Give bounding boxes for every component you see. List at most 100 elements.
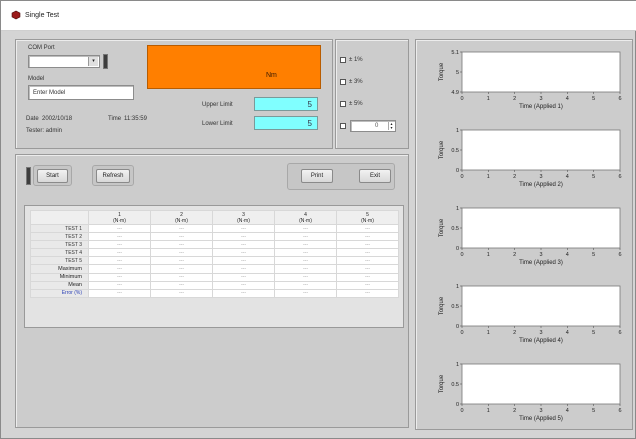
x-tick-label: 3 — [539, 96, 542, 102]
x-tick-label: 0 — [460, 174, 463, 180]
com-port-select[interactable]: ▾ — [28, 55, 100, 68]
y-axis-label: Torque — [439, 218, 445, 237]
com-port-dropdown-button[interactable]: ▾ — [88, 57, 98, 66]
table-row: Error (%) --- --- --- --- --- — [30, 288, 399, 298]
result-cell: --- — [150, 240, 213, 250]
x-tick-label: 3 — [539, 252, 542, 258]
refresh-button[interactable]: Refresh — [96, 169, 130, 183]
result-cell: --- — [336, 256, 399, 266]
chart-svg: 0 1 2 3 4 5 6 0 0.5 1 Torque Time (Applied 2) — [439, 128, 622, 188]
x-tick-label: 1 — [487, 408, 490, 414]
start-button[interactable]: Start — [37, 169, 68, 183]
result-cell: --- — [274, 256, 337, 266]
date-label: Date — [26, 116, 39, 122]
date-value: 2002/10/18 — [42, 116, 73, 122]
result-cell: --- — [150, 264, 213, 274]
y-tick-label: 5.1 — [451, 50, 459, 56]
upper-limit-field[interactable]: 5 — [254, 97, 318, 111]
x-tick-label: 4 — [566, 174, 569, 180]
table-row: TEST 2 --- --- --- --- --- — [30, 232, 399, 242]
tolerance-5-checkbox[interactable] — [340, 101, 346, 107]
x-tick-label: 0 — [460, 330, 463, 336]
tolerance-spin-icon[interactable]: ▴ ▾ — [388, 122, 394, 130]
result-cell: --- — [336, 272, 399, 282]
y-tick-label: 0 — [456, 246, 459, 252]
result-cell: --- — [150, 272, 213, 282]
app-icon — [11, 10, 21, 20]
result-cell: --- — [336, 232, 399, 242]
info-panel: COM Port ▾ Model Enter Model Date 2002/1… — [15, 39, 333, 149]
torque-chart: 0 1 2 3 4 5 6 0 0.5 1 Torque Time (Applied 4) — [416, 280, 632, 358]
exit-button[interactable]: Exit — [359, 169, 391, 183]
x-axis-label: Time (Applied 5) — [519, 416, 563, 422]
x-tick-label: 4 — [566, 330, 569, 336]
tolerance-custom-field[interactable]: 0 ▴ ▾ — [350, 120, 396, 132]
y-tick-label: 0 — [456, 402, 459, 408]
result-cell: --- — [336, 288, 399, 298]
y-axis-label: Torque — [439, 296, 445, 315]
y-tick-label: 0.5 — [451, 226, 459, 232]
column-unit: (N·m) — [175, 218, 188, 224]
result-cell: --- — [274, 280, 337, 290]
x-tick-label: 3 — [539, 174, 542, 180]
tolerance-3-checkbox[interactable] — [340, 79, 346, 85]
result-cell: --- — [274, 272, 337, 282]
result-cell: --- — [150, 256, 213, 266]
window-title: Single Test — [25, 12, 60, 19]
torque-chart: 0 1 2 3 4 5 6 0 0.5 1 Torque Time (Applied 3) — [416, 202, 632, 280]
result-cell: --- — [212, 256, 275, 266]
column-unit: (N·m) — [237, 218, 250, 224]
x-tick-label: 4 — [566, 252, 569, 258]
y-tick-label: 0 — [456, 168, 459, 174]
y-axis-label: Torque — [439, 62, 445, 81]
result-cell: --- — [212, 272, 275, 282]
x-tick-label: 6 — [618, 96, 621, 102]
plot-area — [461, 207, 621, 249]
lower-limit-label: Lower Limit — [202, 121, 233, 127]
x-tick-label: 2 — [513, 252, 516, 258]
row-label: Minimum — [30, 272, 89, 282]
y-tick-label: 1 — [456, 206, 459, 212]
results-corner-cell — [30, 210, 89, 225]
table-row: TEST 4 --- --- --- --- --- — [30, 248, 399, 258]
result-cell: --- — [336, 240, 399, 250]
result-cell: --- — [88, 240, 151, 250]
result-cell: --- — [88, 264, 151, 274]
tolerance-custom-value: 0 — [375, 123, 379, 129]
result-cell: --- — [88, 223, 151, 234]
row-label: TEST 1 — [30, 223, 89, 234]
x-tick-label: 5 — [592, 408, 595, 414]
result-cell: --- — [88, 248, 151, 258]
result-cell: --- — [212, 264, 275, 274]
print-button[interactable]: Print — [301, 169, 333, 183]
x-tick-label: 2 — [513, 174, 516, 180]
y-axis-label: Torque — [439, 374, 445, 393]
table-row: Minimum --- --- --- --- --- — [30, 272, 399, 282]
com-port-label: COM Port — [28, 45, 55, 51]
x-axis-label: Time (Applied 3) — [519, 260, 563, 266]
table-row: Maximum --- --- --- --- --- — [30, 264, 399, 274]
result-cell: --- — [274, 232, 337, 242]
y-axis-label: Torque — [439, 140, 445, 159]
result-cell: --- — [336, 223, 399, 234]
x-tick-label: 2 — [513, 96, 516, 102]
tolerance-1-checkbox[interactable] — [340, 57, 346, 63]
row-label: TEST 5 — [30, 256, 89, 266]
tolerance-1-label: ± 1% — [349, 57, 363, 63]
y-tick-label: 0.5 — [451, 304, 459, 310]
result-cell: --- — [212, 288, 275, 298]
com-port-status-led — [103, 54, 108, 69]
chart-svg: 0 1 2 3 4 5 6 0 0.5 1 Torque Time (Applied 5) — [439, 362, 622, 422]
y-tick-label: 1 — [456, 284, 459, 290]
lower-limit-field[interactable]: 5 — [254, 116, 318, 130]
x-tick-label: 0 — [460, 96, 463, 102]
x-tick-label: 3 — [539, 408, 542, 414]
tolerance-3-label: ± 3% — [349, 79, 363, 85]
model-field[interactable]: Enter Model — [28, 85, 134, 100]
x-tick-label: 1 — [487, 252, 490, 258]
tolerance-custom-checkbox[interactable] — [340, 123, 346, 129]
result-cell: --- — [274, 248, 337, 258]
result-cell: --- — [88, 232, 151, 242]
result-cell: --- — [274, 264, 337, 274]
column-unit: (N·m) — [361, 218, 374, 224]
